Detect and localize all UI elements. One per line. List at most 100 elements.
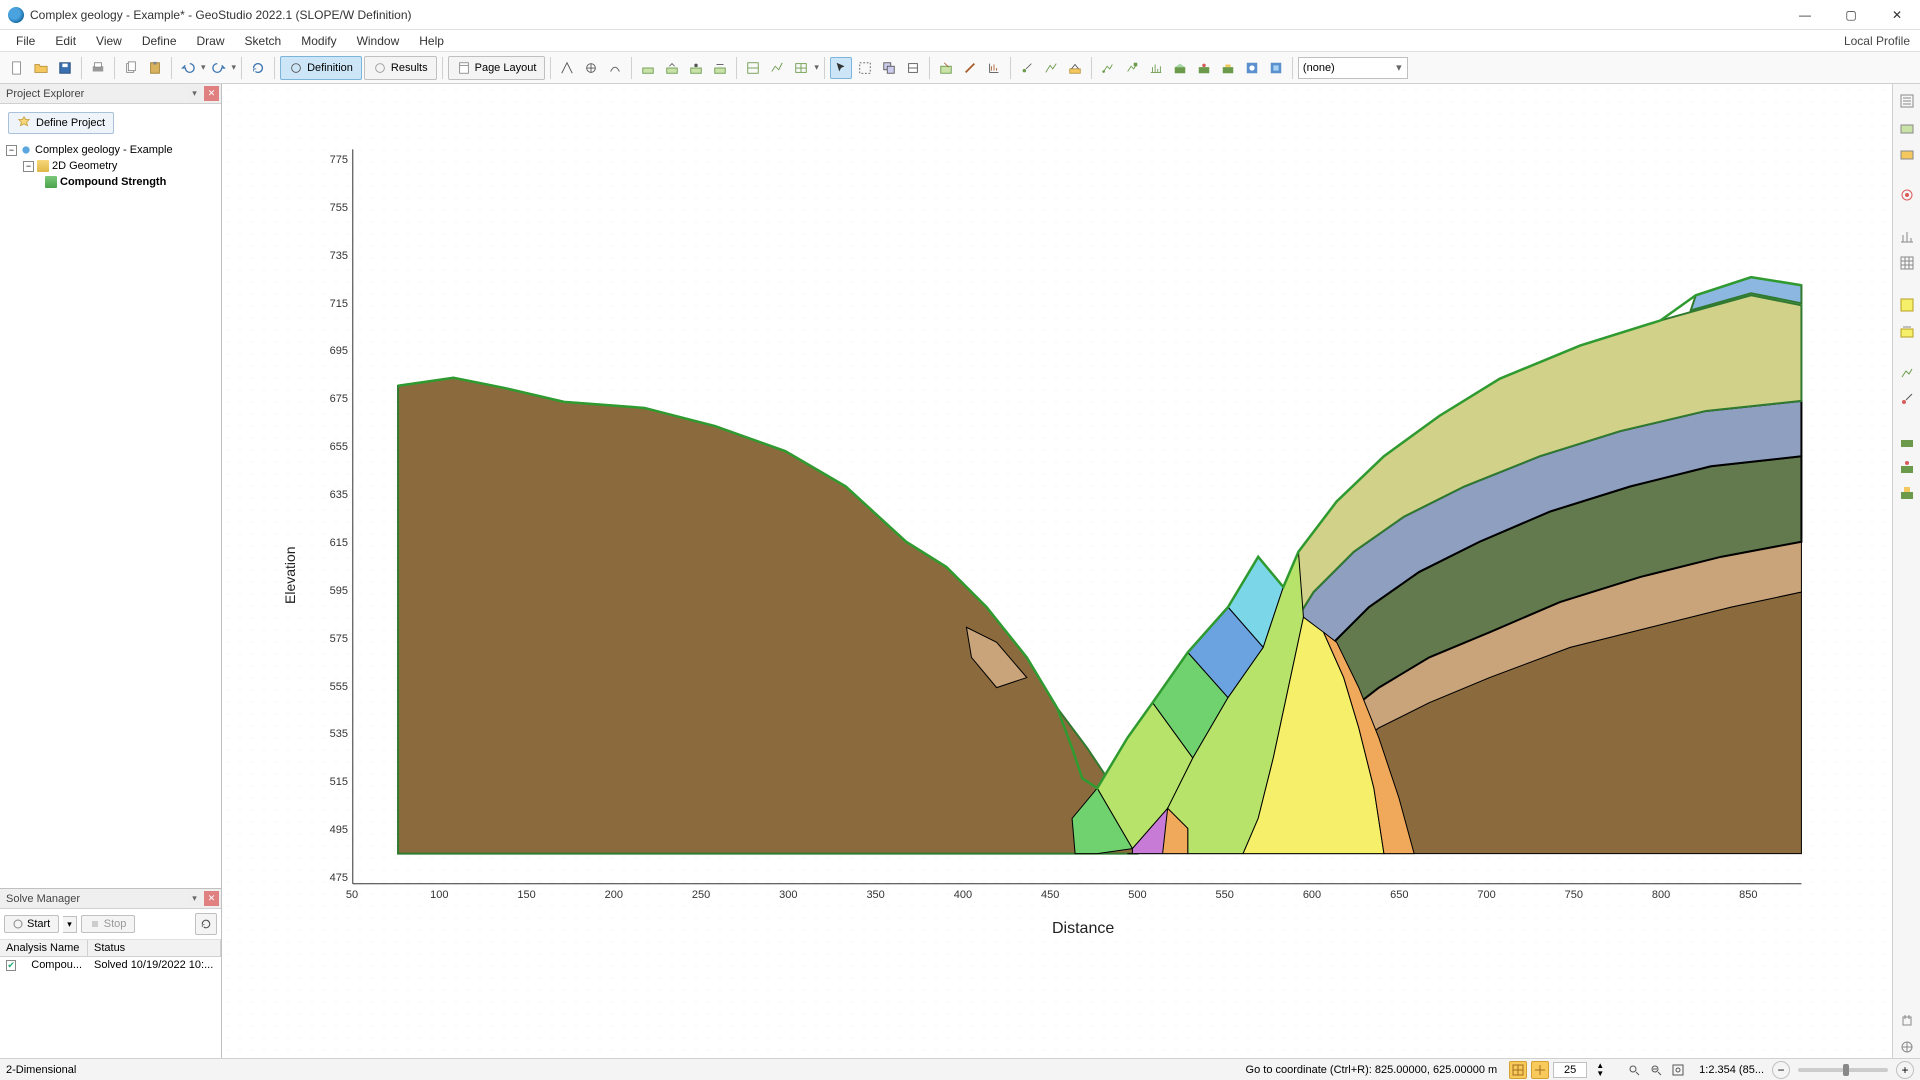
- tool-26-icon[interactable]: [1217, 57, 1239, 79]
- menu-view[interactable]: View: [88, 32, 130, 50]
- tool-8-icon[interactable]: [742, 57, 764, 79]
- zoom-out-button[interactable]: −: [1772, 1061, 1790, 1079]
- layer-dropdown[interactable]: (none)▾: [1298, 57, 1408, 79]
- tool-21-icon[interactable]: [1097, 57, 1119, 79]
- rtool-11-icon[interactable]: [1896, 430, 1918, 452]
- tool-14-icon[interactable]: [902, 57, 924, 79]
- start-dropdown[interactable]: ▾: [63, 916, 77, 933]
- snap-grid-icon[interactable]: [1509, 1061, 1527, 1079]
- x-tick: 500: [1125, 889, 1149, 901]
- profile-label[interactable]: Local Profile: [1844, 34, 1910, 48]
- tool-15-icon[interactable]: [935, 57, 957, 79]
- zoom-window-icon[interactable]: [1647, 1061, 1665, 1079]
- tool-2-icon[interactable]: [580, 57, 602, 79]
- checkbox-icon[interactable]: ✔: [6, 960, 16, 971]
- tool-1-icon[interactable]: [556, 57, 578, 79]
- rtool-5-icon[interactable]: [1896, 226, 1918, 248]
- close-button[interactable]: ✕: [1874, 0, 1920, 30]
- define-project-button[interactable]: Define Project: [8, 112, 114, 134]
- col-analysis-name[interactable]: Analysis Name: [0, 940, 88, 956]
- menu-file[interactable]: File: [8, 32, 43, 50]
- tool-16-icon[interactable]: [959, 57, 981, 79]
- tool-4-icon[interactable]: [637, 57, 659, 79]
- definition-button[interactable]: Definition: [280, 56, 362, 80]
- tool-18-icon[interactable]: [1016, 57, 1038, 79]
- menu-window[interactable]: Window: [349, 32, 408, 50]
- panel-close-icon[interactable]: ✕: [204, 86, 219, 101]
- tool-24-icon[interactable]: [1169, 57, 1191, 79]
- stop-button[interactable]: Stop: [81, 915, 136, 933]
- tool-7-icon[interactable]: [709, 57, 731, 79]
- rtool-3-icon[interactable]: [1896, 142, 1918, 164]
- tool-13-icon[interactable]: [878, 57, 900, 79]
- rtool-12-icon[interactable]: [1896, 456, 1918, 478]
- rtool-10-icon[interactable]: [1896, 388, 1918, 410]
- solve-refresh-icon[interactable]: [195, 913, 217, 935]
- pin-icon[interactable]: ▾: [187, 891, 202, 906]
- zoom-fit-icon[interactable]: [1669, 1061, 1687, 1079]
- rtool-13-icon[interactable]: [1896, 482, 1918, 504]
- table-row[interactable]: ✔Compou... Solved 10/19/2022 10:...: [0, 957, 221, 973]
- panel-close-icon[interactable]: ✕: [204, 891, 219, 906]
- tool-22-icon[interactable]: [1121, 57, 1143, 79]
- pin-icon[interactable]: ▾: [187, 86, 202, 101]
- menu-edit[interactable]: Edit: [47, 32, 84, 50]
- tool-23-icon[interactable]: [1145, 57, 1167, 79]
- drawing-canvas[interactable]: Elevation Distance 475495515535555575595…: [222, 84, 1892, 1058]
- zoom-in-button[interactable]: +: [1896, 1061, 1914, 1079]
- rtool-2-icon[interactable]: [1896, 116, 1918, 138]
- tool-9-icon[interactable]: [766, 57, 788, 79]
- menu-help[interactable]: Help: [411, 32, 452, 50]
- tree-geometry[interactable]: −2D Geometry: [6, 158, 215, 174]
- redo-icon[interactable]: [208, 57, 230, 79]
- tool-28-icon[interactable]: [1265, 57, 1287, 79]
- minimize-button[interactable]: —: [1782, 0, 1828, 30]
- tool-5-icon[interactable]: [661, 57, 683, 79]
- stepper-icon[interactable]: ▲▼: [1591, 1061, 1609, 1079]
- zoom-slider[interactable]: [1798, 1068, 1888, 1072]
- tool-25-icon[interactable]: [1193, 57, 1215, 79]
- snap-point-icon[interactable]: [1531, 1061, 1549, 1079]
- start-button[interactable]: Start: [4, 915, 59, 933]
- tool-20-icon[interactable]: [1064, 57, 1086, 79]
- tool-19-icon[interactable]: [1040, 57, 1062, 79]
- open-icon[interactable]: [30, 57, 52, 79]
- right-toolbar: [1892, 84, 1920, 1058]
- select-icon[interactable]: [830, 57, 852, 79]
- rtool-6-icon[interactable]: [1896, 252, 1918, 274]
- paste-icon[interactable]: [144, 57, 166, 79]
- tree-analysis[interactable]: Compound Strength: [6, 174, 215, 190]
- tool-6-icon[interactable]: [685, 57, 707, 79]
- rtool-4-icon[interactable]: [1896, 184, 1918, 206]
- rtool-9-icon[interactable]: [1896, 362, 1918, 384]
- rtool-7-icon[interactable]: [1896, 294, 1918, 316]
- pagelayout-button[interactable]: Page Layout: [448, 56, 546, 80]
- save-icon[interactable]: [54, 57, 76, 79]
- tool-12-icon[interactable]: [854, 57, 876, 79]
- tree-root[interactable]: −Complex geology - Example: [6, 142, 215, 158]
- rtool-1-icon[interactable]: [1896, 90, 1918, 112]
- x-tick: 700: [1475, 889, 1499, 901]
- rtool-14-icon[interactable]: [1896, 1010, 1918, 1032]
- undo-icon[interactable]: [177, 57, 199, 79]
- refresh-icon[interactable]: [247, 57, 269, 79]
- rtool-8-icon[interactable]: [1896, 320, 1918, 342]
- results-button[interactable]: Results: [364, 56, 437, 80]
- print-icon[interactable]: [87, 57, 109, 79]
- tool-17-icon[interactable]: [983, 57, 1005, 79]
- menu-define[interactable]: Define: [134, 32, 185, 50]
- zoom-extents-icon[interactable]: [1625, 1061, 1643, 1079]
- copy-icon[interactable]: [120, 57, 142, 79]
- maximize-button[interactable]: ▢: [1828, 0, 1874, 30]
- tool-10-icon[interactable]: [790, 57, 812, 79]
- tool-3-icon[interactable]: [604, 57, 626, 79]
- rtool-15-icon[interactable]: [1896, 1036, 1918, 1058]
- grid-spacing-input[interactable]: [1553, 1062, 1587, 1078]
- menu-sketch[interactable]: Sketch: [237, 32, 290, 50]
- col-status[interactable]: Status: [88, 940, 221, 956]
- new-icon[interactable]: [6, 57, 28, 79]
- menu-modify[interactable]: Modify: [293, 32, 344, 50]
- tool-27-icon[interactable]: [1241, 57, 1263, 79]
- project-explorer-header: Project Explorer ▾ ✕: [0, 84, 221, 104]
- menu-draw[interactable]: Draw: [189, 32, 233, 50]
